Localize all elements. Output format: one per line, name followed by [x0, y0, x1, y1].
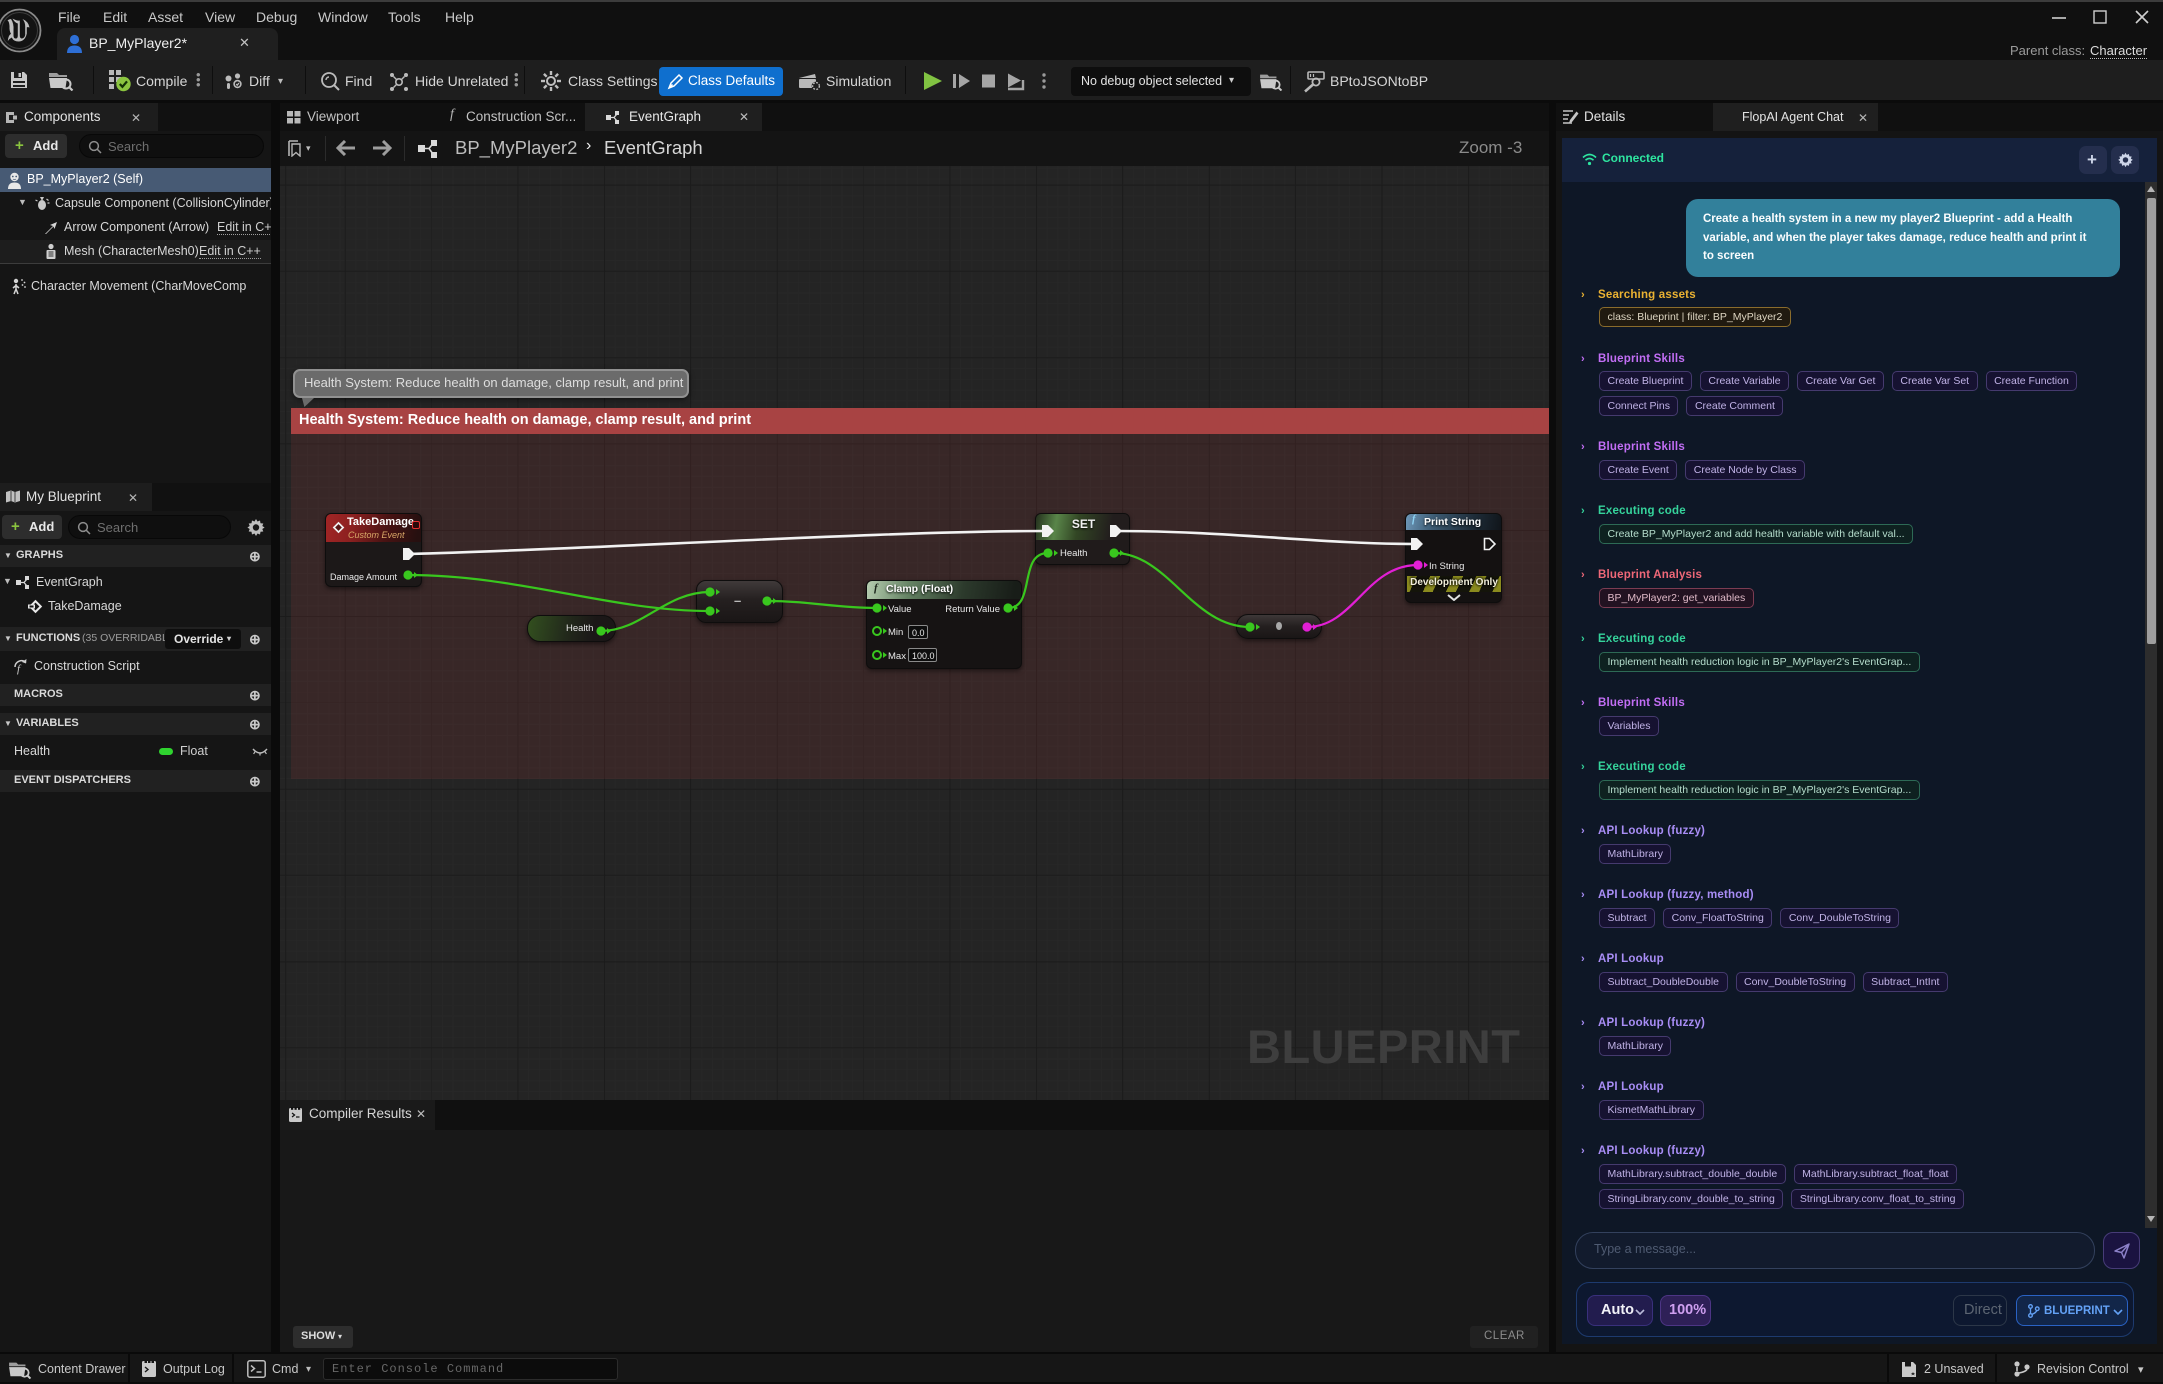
svg-text:f: f: [17, 663, 22, 675]
